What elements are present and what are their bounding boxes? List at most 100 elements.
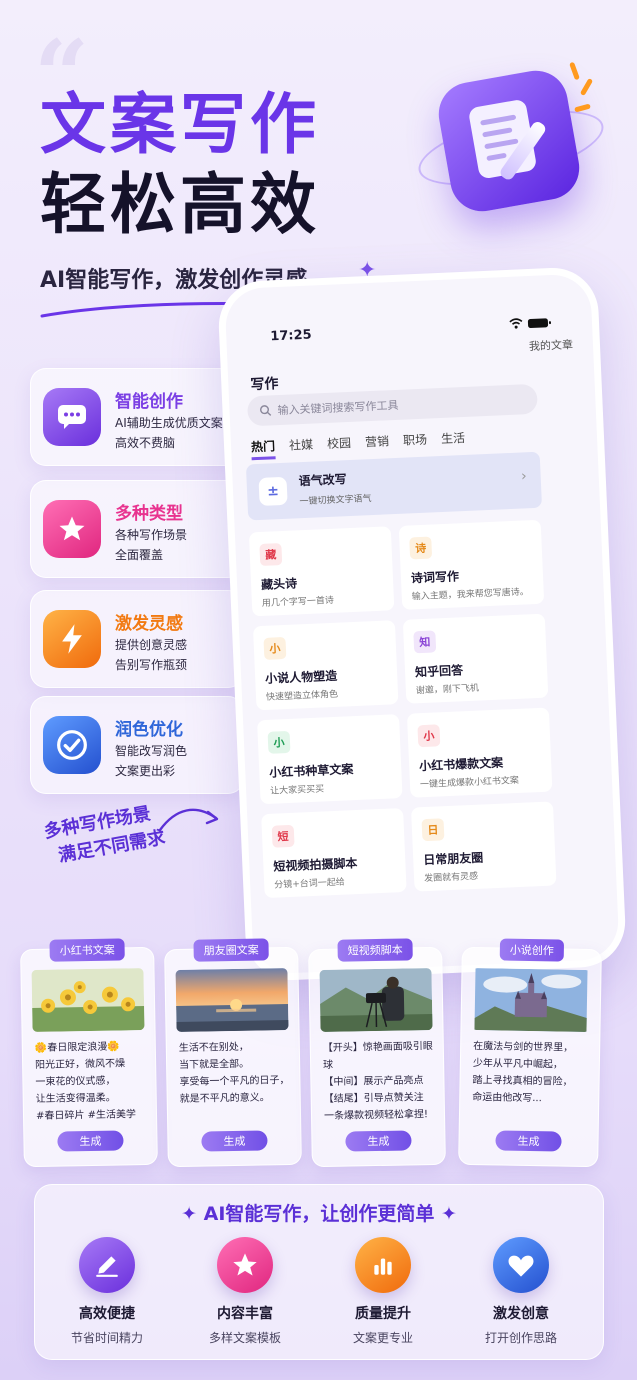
tool-card[interactable]: 小 小红书爆款文案 一键生成爆款小红书文案 xyxy=(406,707,553,798)
tab-hot[interactable]: 热门 xyxy=(250,437,276,461)
tool-card[interactable]: 诗 诗词写作 输入主题，我来帮您写唐诗。 xyxy=(398,519,545,610)
tab-life[interactable]: 生活 xyxy=(441,429,466,452)
tool-title: 日常朋友圈 xyxy=(422,850,484,868)
feature-desc: AI辅助生成优质文案 高效不费脑 xyxy=(115,416,223,450)
benefit-item: 激发创意 打开创作思路 xyxy=(461,1237,581,1346)
feature-card-polish: 润色优化 智能改写润色 文案更出彩 xyxy=(30,696,244,794)
spark-ray-decoration xyxy=(569,61,580,81)
writing-app-icon xyxy=(433,65,585,217)
tool-title: 短视频拍摄脚本 xyxy=(273,856,358,874)
tool-card[interactable]: 日 日常朋友圈 发圈就有灵感 xyxy=(411,801,557,892)
feature-card-smart-creation: 智能创作 AI辅助生成优质文案 高效不费脑 xyxy=(30,368,244,466)
tool-title: 小红书爆款文案 xyxy=(418,755,504,774)
hero-title-line1: 文案写作 xyxy=(40,86,320,163)
tool-card[interactable]: 小 小说人物塑造 快速塑造立体角色 xyxy=(252,620,399,711)
post-tag: 短视频脚本 xyxy=(337,938,413,962)
post-tag: 朋友圈文案 xyxy=(193,938,269,962)
benefits-panel: ✦ AI智能写作，让创作更简单 ✦ 高效便捷 节省时间精力 内容丰富 多样文案模… xyxy=(34,1184,604,1360)
tool-badge: 小 xyxy=(263,636,287,660)
post-text: 在魔法与剑的世界里， 少年从平凡中崛起， 踏上寻找真相的冒险， 命运由他改写..… xyxy=(472,1041,574,1105)
feature-card-multi-types: 多种类型 各种写作场景 全面覆盖 xyxy=(30,480,244,578)
tool-badge: 小 xyxy=(417,724,441,748)
text-tone-icon: ± xyxy=(258,476,288,506)
tool-card[interactable]: 短 短视频拍摄脚本 分镜+台词一起给 xyxy=(261,808,407,899)
benefit-title: 内容丰富 xyxy=(217,1306,273,1322)
tool-card[interactable]: 知 知乎回答 谢邀，刚下飞机 xyxy=(402,613,549,704)
yellow-flowers-image xyxy=(31,968,145,1032)
benefit-desc: 多样文案模板 xyxy=(208,1331,281,1345)
tool-title: 小说人物塑造 xyxy=(264,668,338,686)
lightning-icon xyxy=(43,610,101,668)
tool-desc: 分镜+台词一起给 xyxy=(274,877,345,891)
tab-social[interactable]: 社媒 xyxy=(289,436,314,459)
generate-button[interactable]: 生成 xyxy=(345,1130,412,1152)
tool-badge: 小 xyxy=(267,730,291,754)
feature-desc: 智能改写润色 文案更出彩 xyxy=(115,744,188,778)
tool-title: 知乎回答 xyxy=(414,663,464,680)
heart-icon xyxy=(493,1237,549,1293)
page-title: 写作 xyxy=(250,376,279,394)
tool-badge: 藏 xyxy=(259,543,283,566)
scenario-note: 多种写作场景 满足不同需求 xyxy=(42,800,167,872)
status-time: 17:25 xyxy=(270,327,313,345)
feature-card-inspiration: 激发灵感 提供创意灵感 告别写作瓶颈 xyxy=(30,590,244,688)
benefit-item: 高效便捷 节省时间精力 xyxy=(47,1237,167,1346)
tool-desc: 输入主题，我来帮您写唐诗。 xyxy=(411,587,529,603)
cameraman-image xyxy=(319,968,433,1032)
feature-desc: 各种写作场景 全面覆盖 xyxy=(115,528,188,562)
example-post-moments: 朋友圈文案 生活不在别处， 当下就是全部。 享受每一个平凡的日子， 就是不平凡的… xyxy=(164,938,302,1168)
tool-desc: 一键生成爆款小红书文案 xyxy=(419,775,520,791)
tool-desc: 快速塑造立体角色 xyxy=(265,689,339,703)
generate-button[interactable]: 生成 xyxy=(495,1130,562,1152)
tool-badge: 短 xyxy=(271,824,295,848)
post-text: 🌼春日限定浪漫🌼 阳光正好，微风不燥 一束花的仪式感， 让生活变得温柔。 #春日… xyxy=(34,1041,137,1122)
pen-icon xyxy=(79,1237,135,1293)
benefit-title: 激发创意 xyxy=(493,1306,549,1322)
benefit-title: 高效便捷 xyxy=(79,1306,135,1322)
post-text: 【开头】惊艳画面吸引眼球 【中间】展示产品亮点 【结尾】引导点赞关注 一条爆款视… xyxy=(322,1041,433,1122)
tool-card[interactable]: 小 小红书种草文案 让大家买买买 xyxy=(257,714,403,805)
tool-desc: 用几个字写一首诗 xyxy=(261,595,335,609)
tool-desc: 让大家买买买 xyxy=(269,784,325,797)
feature-title: 润色优化 xyxy=(115,720,183,740)
example-post-video-script: 短视频脚本 【开头】惊艳画面吸引眼球 【中间】展示产品亮点 【结尾】引导点赞关注… xyxy=(308,938,446,1168)
hero-title-line2: 轻松高效 xyxy=(40,166,320,243)
sparkle-icon: ✦ xyxy=(434,1203,457,1225)
example-post-xiaohongshu: 小红书文案 🌼春日限定浪漫🌼 阳光正好，微风不燥 一束花的仪式感， 让生活变得温… xyxy=(20,938,158,1168)
check-circle-icon xyxy=(43,716,101,774)
tool-badge: 诗 xyxy=(409,536,433,560)
search-input[interactable]: 输入关键词搜索写作工具 xyxy=(246,383,538,427)
card-desc: 一键切换文字语气 xyxy=(299,494,372,508)
tab-marketing[interactable]: 营销 xyxy=(365,432,390,455)
generate-button[interactable]: 生成 xyxy=(201,1130,268,1152)
tool-title: 藏头诗 xyxy=(260,576,298,592)
sunset-sea-image xyxy=(175,968,289,1032)
spark-ray-decoration xyxy=(574,103,591,113)
status-icons xyxy=(508,313,553,334)
my-articles-link[interactable]: 我的文章 xyxy=(529,336,574,354)
benefit-item: 质量提升 文案更专业 xyxy=(323,1237,443,1346)
tool-card[interactable]: 藏 藏头诗 用几个字写一首诗 xyxy=(248,526,395,617)
feature-title: 智能创作 xyxy=(115,392,183,412)
search-placeholder: 输入关键词搜索写作工具 xyxy=(277,398,399,418)
benefits-title-text: AI智能写作，让创作更简单 xyxy=(203,1203,435,1225)
chat-bubble-icon xyxy=(43,388,101,446)
star-icon xyxy=(217,1237,273,1293)
chevron-right-icon: › xyxy=(520,468,528,485)
sparkle-icon: ✦ xyxy=(181,1203,204,1225)
tool-badge: 日 xyxy=(421,818,445,842)
fantasy-castle-image xyxy=(474,968,588,1032)
tone-rewrite-card[interactable]: ± 语气改写 一键切换文字语气 › xyxy=(245,451,543,521)
feature-desc: 提供创意灵感 告别写作瓶颈 xyxy=(115,638,188,672)
tool-title: 小红书种草文案 xyxy=(269,762,354,780)
wifi-icon xyxy=(509,318,523,329)
benefit-desc: 打开创作思路 xyxy=(484,1331,557,1345)
phone-mockup: 17:25 我的文章 写作 输入关键词搜索写作工具 热门 社媒 校园 营销 职场… xyxy=(216,266,628,982)
tab-workplace[interactable]: 职场 xyxy=(403,431,428,454)
benefit-desc: 文案更专业 xyxy=(352,1331,413,1345)
post-tag: 小说创作 xyxy=(499,938,565,962)
tool-badge: 知 xyxy=(413,630,437,654)
generate-button[interactable]: 生成 xyxy=(57,1130,124,1152)
tab-campus[interactable]: 校园 xyxy=(327,434,352,457)
tool-title: 诗词写作 xyxy=(410,569,460,586)
